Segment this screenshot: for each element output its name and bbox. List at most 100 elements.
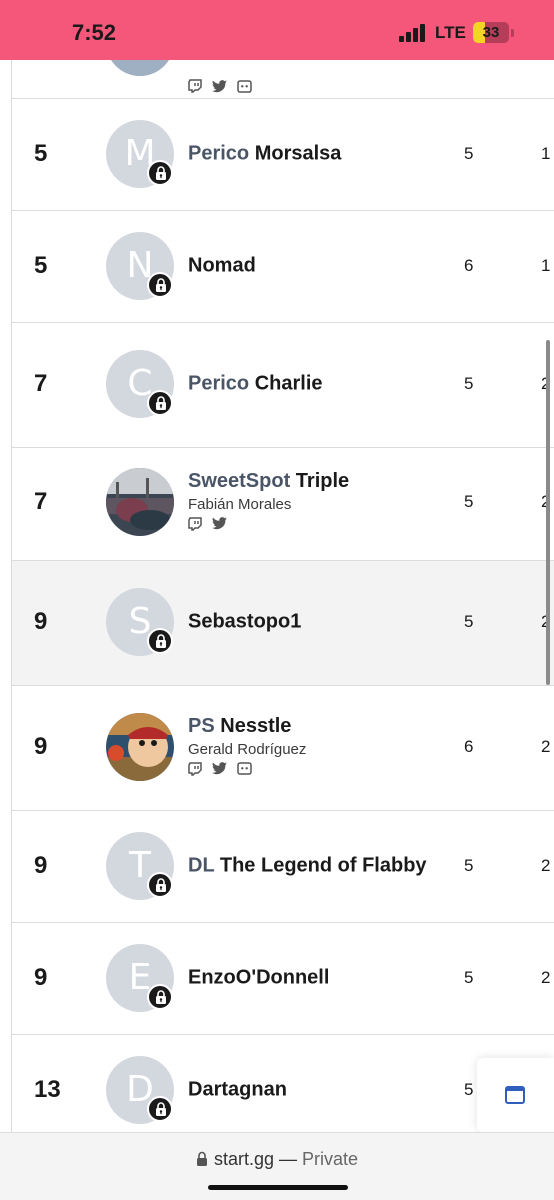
seed-value: 5 bbox=[464, 144, 474, 163]
placement-number: 7 bbox=[34, 488, 48, 515]
table-row[interactable]: 9 E EnzoO'Donnell 5 2 bbox=[12, 923, 554, 1035]
unverified-lock-icon bbox=[147, 872, 173, 898]
player-info: Sebastopo1 bbox=[188, 611, 301, 634]
url-separator: — bbox=[279, 1149, 297, 1169]
unverified-lock-icon bbox=[147, 1096, 173, 1122]
twitter-icon[interactable] bbox=[212, 517, 227, 535]
player-name[interactable]: Dartagnan bbox=[188, 1079, 287, 1102]
player-info: PS Nesstle Gerald Rodríguez bbox=[188, 715, 306, 779]
twitch-icon[interactable] bbox=[188, 516, 202, 536]
seed-value: 5 bbox=[464, 856, 474, 875]
table-row[interactable]: 9 PS Nesstle Gerald Rodríguez 6 2 bbox=[12, 686, 554, 811]
discord-icon[interactable] bbox=[237, 762, 252, 780]
url-display[interactable]: start.gg — Private bbox=[0, 1149, 554, 1170]
gamer-tag: Nesstle bbox=[220, 715, 292, 737]
player-name[interactable]: Sebastopo1 bbox=[188, 611, 301, 634]
twitter-icon[interactable] bbox=[212, 79, 227, 93]
player-info: EnzoO'Donnell bbox=[188, 967, 329, 990]
avatar[interactable]: C bbox=[106, 350, 174, 418]
avatar bbox=[106, 60, 174, 76]
placement-number: 9 bbox=[34, 852, 48, 879]
seed-value: 5 bbox=[464, 612, 474, 631]
player-name[interactable]: Perico Charlie bbox=[188, 373, 323, 396]
avatar[interactable]: M bbox=[106, 120, 174, 188]
placement-number: 7 bbox=[34, 370, 48, 397]
social-links bbox=[188, 761, 306, 781]
twitch-icon[interactable] bbox=[188, 761, 202, 781]
twitch-icon[interactable] bbox=[188, 79, 202, 93]
table-row[interactable]: 5 M Perico Morsalsa 5 1 bbox=[12, 99, 554, 211]
battery-tip bbox=[511, 29, 514, 37]
unverified-lock-icon bbox=[147, 390, 173, 416]
unverified-lock-icon bbox=[147, 160, 173, 186]
table-row[interactable]: 5 N Nomad 6 1 bbox=[12, 211, 554, 323]
avatar[interactable]: N bbox=[106, 232, 174, 300]
avatar[interactable]: E bbox=[106, 944, 174, 1012]
unverified-lock-icon bbox=[147, 628, 173, 654]
placement-number: 13 bbox=[34, 1076, 61, 1103]
player-real-name: Gerald Rodríguez bbox=[188, 741, 307, 758]
scrollbar[interactable] bbox=[546, 340, 550, 685]
avatar[interactable]: T bbox=[106, 832, 174, 900]
table-row[interactable]: 9 T DL The Legend of Flabby 5 2 bbox=[12, 811, 554, 923]
table-row[interactable]: 7CPerico Charlie52 bbox=[12, 323, 554, 448]
seed-value: 5 bbox=[464, 492, 474, 511]
gamer-tag: EnzoO'Donnell bbox=[188, 966, 330, 989]
table-row[interactable]: 13 D Dartagnan 5 bbox=[12, 1035, 554, 1132]
truncated-column-value: 2 bbox=[541, 856, 551, 875]
url-text: start.gg bbox=[213, 1149, 274, 1169]
gamer-tag: The Legend of Flabby bbox=[219, 854, 427, 877]
player-name[interactable]: DL The Legend of Flabby bbox=[188, 855, 427, 878]
twitter-icon[interactable] bbox=[212, 762, 227, 780]
player-name[interactable]: PS Nesstle bbox=[188, 715, 306, 738]
gamer-tag: Charlie bbox=[254, 372, 323, 395]
battery-level: 33 bbox=[482, 24, 500, 41]
social-links bbox=[188, 78, 252, 94]
lock-icon bbox=[196, 1151, 207, 1166]
browser-address-bar[interactable]: start.gg — Private bbox=[0, 1132, 554, 1200]
status-bar: 7:52 LTE 33 bbox=[0, 0, 554, 60]
social-links bbox=[188, 516, 349, 536]
placement-number: 9 bbox=[34, 608, 48, 635]
table-row[interactable]: 7SweetSpot TripleFabián Morales52 bbox=[12, 448, 554, 561]
sponsor-prefix: DL bbox=[188, 854, 220, 877]
gamer-tag: Morsalsa bbox=[254, 142, 342, 165]
truncated-column-value: 2 bbox=[541, 737, 551, 756]
private-mode-label: Private bbox=[302, 1149, 359, 1169]
player-name[interactable]: Nomad bbox=[188, 255, 256, 278]
avatar[interactable]: D bbox=[106, 1056, 174, 1124]
standings-table: 5 M Perico Morsalsa 5 1 5 N Nomad 6 1 7 C Perico Cha… bbox=[11, 60, 554, 1132]
seed-value: 5 bbox=[464, 968, 474, 987]
home-indicator[interactable] bbox=[208, 1185, 348, 1190]
unverified-lock-icon bbox=[147, 984, 173, 1010]
placement-number: 9 bbox=[34, 733, 48, 760]
truncated-column-value: 1 bbox=[541, 144, 551, 163]
avatar[interactable]: S bbox=[106, 588, 174, 656]
player-info: Perico Morsalsa bbox=[188, 143, 341, 166]
player-info: DL The Legend of Flabby bbox=[188, 855, 427, 878]
player-info: Nomad bbox=[188, 255, 256, 278]
truncated-column-value: 1 bbox=[541, 256, 551, 275]
seed-value: 5 bbox=[464, 374, 474, 393]
avatar[interactable] bbox=[106, 468, 174, 536]
floating-panel-button[interactable] bbox=[477, 1058, 554, 1132]
placement-number: 5 bbox=[34, 140, 48, 167]
cellular-signal-icon bbox=[399, 24, 429, 42]
gamer-tag: Nomad bbox=[188, 254, 256, 277]
table-row[interactable]: 9SSebastopo152 bbox=[12, 561, 554, 686]
avatar[interactable] bbox=[106, 713, 174, 781]
placement-number: 9 bbox=[34, 964, 48, 991]
network-type: LTE bbox=[435, 23, 466, 42]
placement-number: 5 bbox=[34, 252, 48, 279]
sponsor-prefix: PS bbox=[188, 715, 221, 737]
player-name[interactable]: EnzoO'Donnell bbox=[188, 967, 329, 990]
discord-icon[interactable] bbox=[237, 79, 252, 93]
player-info: Perico Charlie bbox=[188, 373, 323, 396]
unverified-lock-icon bbox=[147, 272, 173, 298]
player-name[interactable]: Perico Morsalsa bbox=[188, 143, 341, 166]
player-name[interactable]: SweetSpot Triple bbox=[188, 470, 349, 493]
table-row-partial[interactable] bbox=[12, 60, 554, 99]
sponsor-prefix: SweetSpot bbox=[188, 470, 296, 492]
sponsor-prefix: Perico bbox=[188, 142, 255, 165]
gamer-tag: Sebastopo1 bbox=[188, 610, 302, 633]
